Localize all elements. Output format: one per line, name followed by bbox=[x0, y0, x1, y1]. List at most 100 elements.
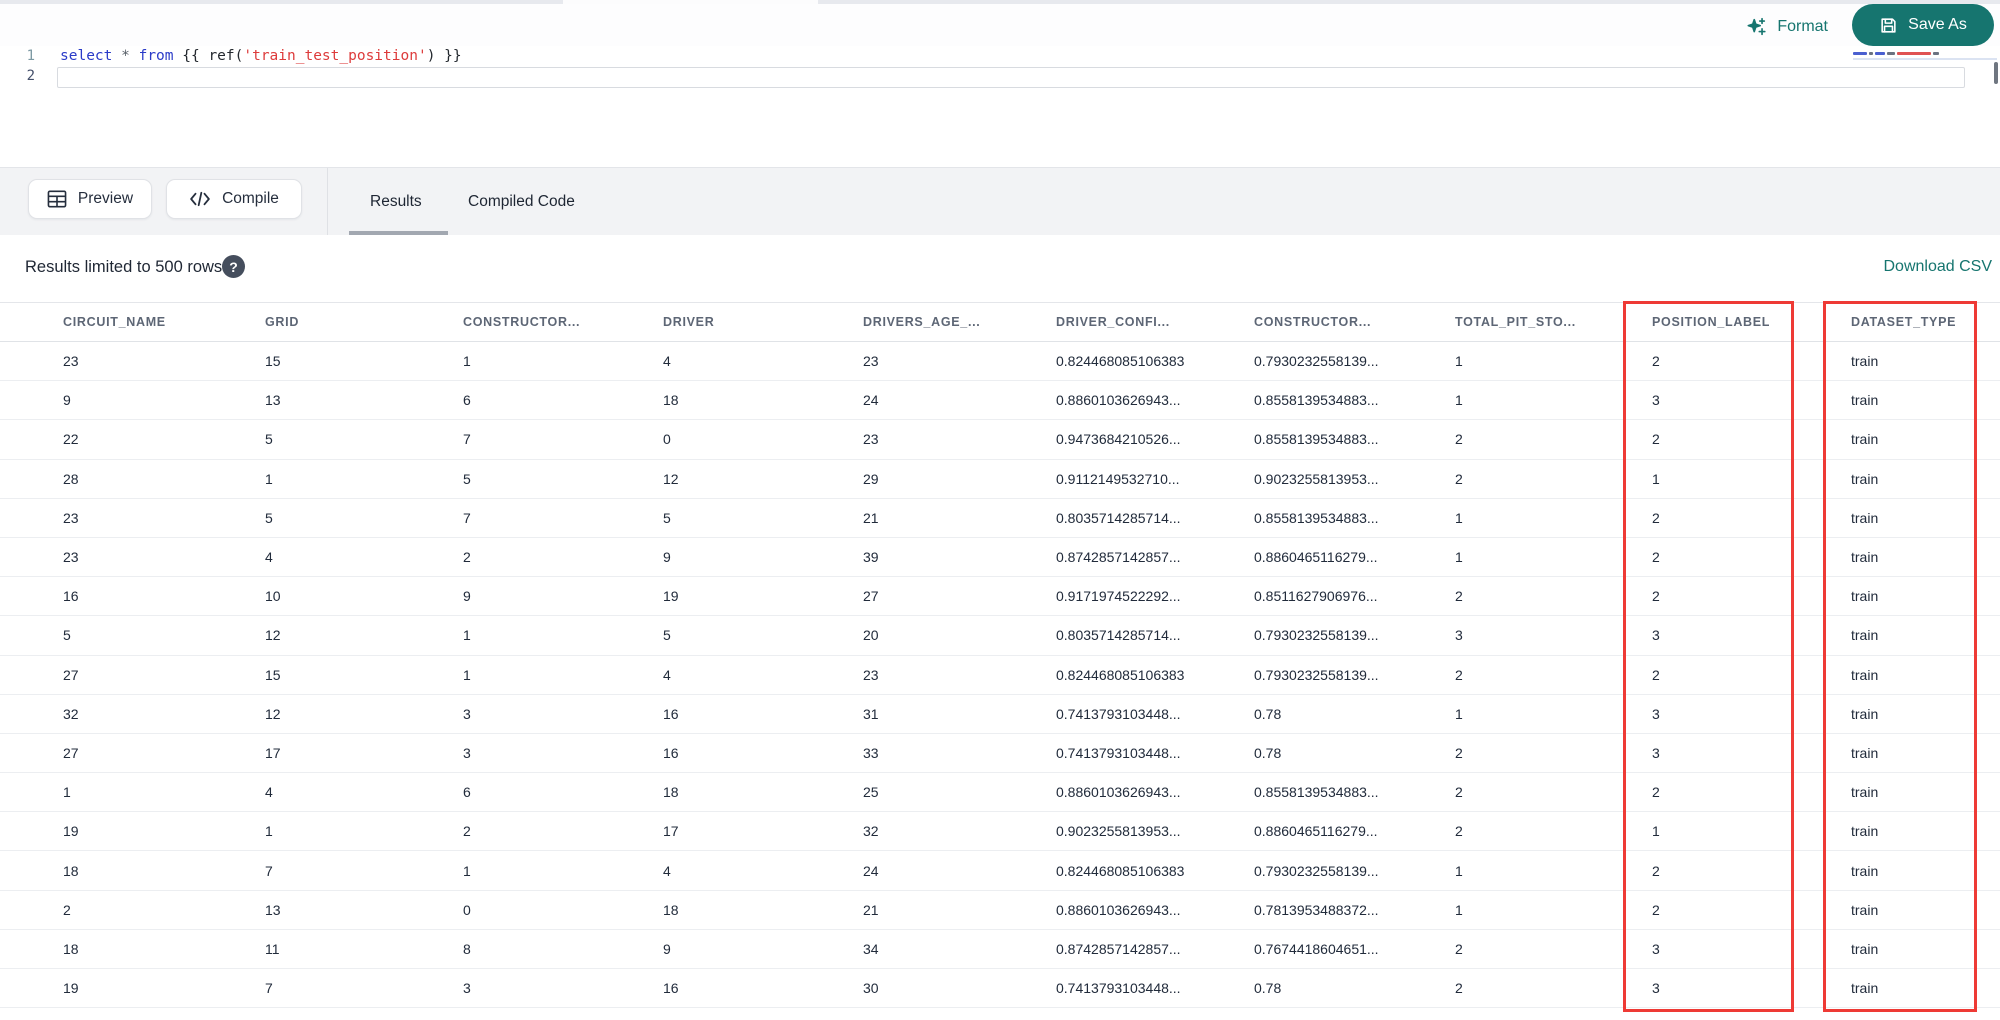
column-header: POSITION_LABEL bbox=[1652, 315, 1771, 329]
table-cell: 0.9023255813953... bbox=[1254, 470, 1379, 487]
table-cell: 2 bbox=[1455, 588, 1463, 605]
table-cell: 16 bbox=[663, 980, 679, 997]
table-cell: train bbox=[1851, 744, 1879, 761]
table-cell: 25 bbox=[863, 784, 879, 801]
table-grid-icon bbox=[47, 190, 67, 208]
table-cell: 0 bbox=[463, 901, 471, 918]
table-row: 19 1 2 17 32 0.9023255813953... 0.886046511627… bbox=[0, 812, 2000, 852]
table-cell: 2 bbox=[1652, 901, 1660, 918]
table-cell: 27 bbox=[63, 744, 79, 761]
results-action-bar: Preview Compile Results Compiled Code bbox=[0, 167, 2000, 236]
editor-toolbar: Format Save As bbox=[0, 4, 2000, 46]
table-cell: 6 bbox=[463, 784, 471, 801]
table-cell: 0.9171974522292... bbox=[1056, 588, 1181, 605]
table-cell: 4 bbox=[663, 862, 671, 879]
table-row: 23 15 1 4 23 0.824468085106383 0.7930232558139… bbox=[0, 342, 2000, 382]
table-cell: 0.824468085106383 bbox=[1056, 353, 1185, 370]
table-cell: 33 bbox=[863, 744, 879, 761]
table-cell: 7 bbox=[463, 509, 471, 526]
table-cell: 23 bbox=[63, 549, 79, 566]
code-line[interactable]: select * from {{ ref('train_test_positio… bbox=[60, 46, 462, 66]
table-cell: 2 bbox=[1652, 431, 1660, 448]
table-cell: 0.78 bbox=[1254, 705, 1282, 722]
help-icon[interactable]: ? bbox=[222, 255, 245, 278]
table-cell: 2 bbox=[1652, 666, 1660, 683]
save-as-button[interactable]: Save As bbox=[1852, 4, 1994, 46]
table-cell: 0.7930232558139... bbox=[1254, 862, 1379, 879]
divider bbox=[327, 168, 328, 236]
compile-button[interactable]: Compile bbox=[166, 179, 302, 219]
table-cell: 1 bbox=[463, 353, 471, 370]
table-cell: 3 bbox=[1652, 392, 1660, 409]
table-cell: 23 bbox=[63, 353, 79, 370]
table-cell: 13 bbox=[265, 392, 281, 409]
tab-compiled-code[interactable]: Compiled Code bbox=[468, 168, 575, 236]
table-cell: 0.8742857142857... bbox=[1056, 549, 1181, 566]
table-cell: 12 bbox=[663, 470, 679, 487]
editor-scrollbar-thumb[interactable] bbox=[1994, 62, 1998, 84]
table-cell: 0.8860103626943... bbox=[1056, 901, 1181, 918]
table-cell: train bbox=[1851, 549, 1879, 566]
table-cell: train bbox=[1851, 901, 1879, 918]
table-cell: 27 bbox=[63, 666, 79, 683]
code-token: 'train_test_position' bbox=[243, 48, 427, 64]
table-cell: 0.7813953488372... bbox=[1254, 901, 1379, 918]
table-cell: 2 bbox=[63, 901, 71, 918]
code-token: {{ bbox=[173, 48, 209, 64]
active-line-highlight[interactable] bbox=[57, 67, 1965, 88]
table-cell: 15 bbox=[265, 666, 281, 683]
table-cell: 13 bbox=[265, 901, 281, 918]
editor-minimap[interactable] bbox=[1853, 51, 1965, 56]
table-cell: 1 bbox=[63, 784, 71, 801]
table-cell: 2 bbox=[1652, 509, 1660, 526]
table-cell: train bbox=[1851, 666, 1879, 683]
format-button[interactable]: Format bbox=[1746, 12, 1828, 42]
download-csv-link[interactable]: Download CSV bbox=[1884, 258, 1993, 276]
table-cell: 0.8860103626943... bbox=[1056, 784, 1181, 801]
table-cell: 2 bbox=[1652, 862, 1660, 879]
table-cell: 1 bbox=[463, 666, 471, 683]
code-token: * bbox=[121, 48, 130, 64]
table-cell: 0 bbox=[663, 431, 671, 448]
table-cell: 16 bbox=[663, 744, 679, 761]
table-row: 9 13 6 18 24 0.8860103626943... 0.855813953488… bbox=[0, 381, 2000, 421]
table-cell: 0.8035714285714... bbox=[1056, 627, 1181, 644]
table-cell: 4 bbox=[663, 353, 671, 370]
code-icon bbox=[189, 191, 211, 207]
table-row: 23 4 2 9 39 0.8742857142857... 0.8860465116279… bbox=[0, 538, 2000, 578]
column-header: DRIVER bbox=[663, 315, 715, 329]
table-cell: 22 bbox=[63, 431, 79, 448]
table-cell: 5 bbox=[663, 627, 671, 644]
table-cell: 27 bbox=[863, 588, 879, 605]
table-cell: 0.8860465116279... bbox=[1254, 823, 1378, 840]
compile-label: Compile bbox=[222, 190, 279, 207]
table-cell: 1 bbox=[1652, 470, 1660, 487]
table-cell: 17 bbox=[265, 744, 281, 761]
table-cell: train bbox=[1851, 431, 1879, 448]
tab-results[interactable]: Results bbox=[370, 168, 422, 236]
table-cell: 2 bbox=[1455, 980, 1463, 997]
table-cell: 0.7930232558139... bbox=[1254, 627, 1379, 644]
column-header: DRIVERS_AGE_... bbox=[863, 315, 981, 329]
sql-editor[interactable]: 1 2 select * from {{ ref('train_test_pos… bbox=[0, 46, 2000, 167]
table-cell: 18 bbox=[663, 784, 679, 801]
table-cell: 1 bbox=[463, 862, 471, 879]
table-cell: 3 bbox=[1652, 744, 1660, 761]
table-cell: 16 bbox=[663, 705, 679, 722]
table-cell: 2 bbox=[1652, 784, 1660, 801]
format-label: Format bbox=[1777, 18, 1828, 35]
table-cell: 3 bbox=[1652, 627, 1660, 644]
table-cell: 6 bbox=[463, 392, 471, 409]
table-cell: 0.7930232558139... bbox=[1254, 353, 1379, 370]
table-cell: train bbox=[1851, 980, 1879, 997]
table-row: 28 1 5 12 29 0.9112149532710... 0.902325581395… bbox=[0, 460, 2000, 499]
table-row: 18 11 8 9 34 0.8742857142857... 0.767441860465… bbox=[0, 930, 2000, 969]
table-cell: 5 bbox=[265, 431, 273, 448]
table-cell: 23 bbox=[863, 353, 879, 370]
table-cell: train bbox=[1851, 705, 1879, 722]
table-cell: 0.9112149532710... bbox=[1056, 470, 1180, 487]
table-cell: 8 bbox=[463, 940, 471, 957]
preview-button[interactable]: Preview bbox=[28, 179, 152, 219]
column-header: CONSTRUCTOR... bbox=[1254, 315, 1372, 329]
table-row: 2 13 0 18 21 0.8860103626943... 0.781395348837… bbox=[0, 891, 2000, 930]
